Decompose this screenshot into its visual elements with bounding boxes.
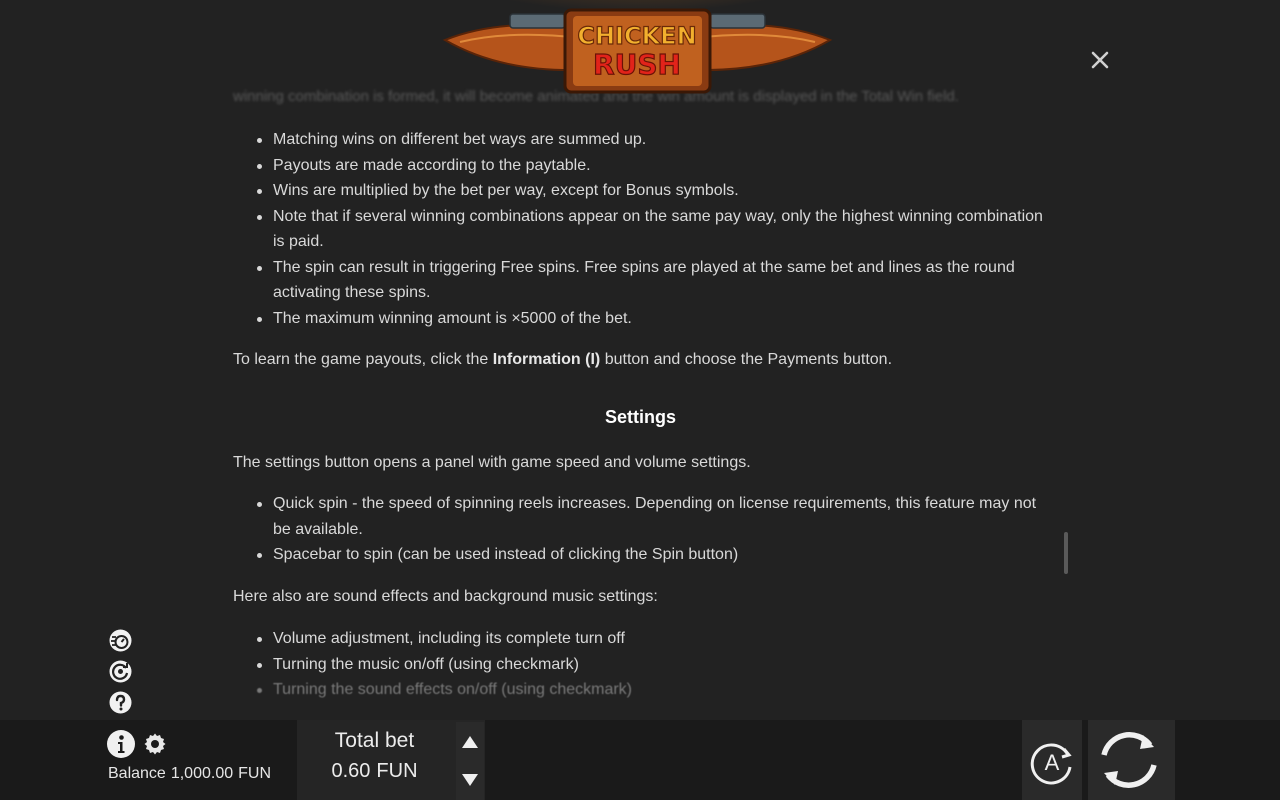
triangle-down-icon bbox=[462, 774, 478, 786]
list-item: Turning the music on/off (using checkmar… bbox=[233, 652, 1048, 678]
total-bet-value: 0.60 FUN bbox=[297, 760, 452, 783]
autoplay-button[interactable]: A bbox=[1027, 737, 1077, 787]
logo-text-line1: CHICKEN bbox=[577, 22, 696, 50]
list-item: Spacebar to spin (can be used instead of… bbox=[233, 542, 1048, 568]
list-item: Turning the sound effects on/off (using … bbox=[233, 677, 1048, 703]
balance-display: Balance 1,000.00 FUN bbox=[108, 765, 271, 783]
triangle-up-icon bbox=[462, 736, 478, 748]
rules-panel[interactable]: winning combination is formed, it will b… bbox=[0, 0, 1280, 720]
balance-label: Balance bbox=[108, 765, 166, 782]
quick-spin-button[interactable] bbox=[108, 628, 133, 653]
sound-intro: Here also are sound effects and backgrou… bbox=[233, 588, 658, 605]
balance-value: 1,000.00 bbox=[170, 765, 234, 782]
settings-intro: The settings button opens a panel with g… bbox=[233, 454, 751, 471]
settings-heading: Settings bbox=[604, 407, 676, 427]
total-bet-label: Total bet bbox=[334, 729, 415, 752]
list-item: The maximum winning amount is ×5000 of t… bbox=[233, 306, 1048, 332]
logo-text-line2: RUSH bbox=[593, 48, 681, 81]
sound-list: Volume adjustment, including its complet… bbox=[233, 626, 1048, 703]
settings-gear-icon[interactable] bbox=[143, 732, 167, 756]
paragraph-text: button and choose the Payments button. bbox=[600, 351, 893, 368]
paragraph-text: To learn the game payouts, click the bbox=[233, 351, 493, 368]
autoplay-letter: A bbox=[1045, 750, 1060, 775]
balance-currency: FUN bbox=[238, 765, 271, 782]
chicken-rush-logo: CHICKEN RUSH bbox=[440, 0, 835, 94]
payouts-paragraph: To learn the game payouts, click the Inf… bbox=[233, 349, 1048, 371]
list-item: Wins are multiplied by the bet per way, … bbox=[233, 178, 1048, 204]
list-item: Quick spin - the speed of spinning reels… bbox=[233, 491, 1048, 542]
close-button[interactable] bbox=[1086, 46, 1114, 74]
paragraph-bold-text: Information (I) bbox=[492, 351, 601, 368]
bet-increase-button[interactable] bbox=[456, 722, 484, 762]
spin-button[interactable] bbox=[1092, 725, 1166, 795]
wins-rules-list: Matching wins on different bet ways are … bbox=[233, 127, 1048, 331]
list-item: Matching wins on different bet ways are … bbox=[233, 127, 1048, 153]
list-item: Note that if several winning combination… bbox=[233, 204, 1048, 255]
help-button[interactable] bbox=[108, 690, 133, 715]
info-button[interactable] bbox=[106, 729, 136, 759]
settings-list: Quick spin - the speed of spinning reels… bbox=[233, 491, 1048, 568]
turbo-mode-button[interactable] bbox=[108, 659, 133, 684]
list-item: Volume adjustment, including its complet… bbox=[233, 626, 1048, 652]
scrollbar-thumb[interactable] bbox=[1064, 532, 1068, 574]
list-item: The spin can result in triggering Free s… bbox=[233, 255, 1048, 306]
list-item: Payouts are made according to the paytab… bbox=[233, 153, 1048, 179]
total-bet-amount: 0.60 bbox=[331, 760, 371, 782]
close-icon bbox=[1091, 51, 1109, 69]
bet-decrease-button[interactable] bbox=[456, 760, 484, 800]
total-bet-currency: FUN bbox=[376, 760, 418, 782]
